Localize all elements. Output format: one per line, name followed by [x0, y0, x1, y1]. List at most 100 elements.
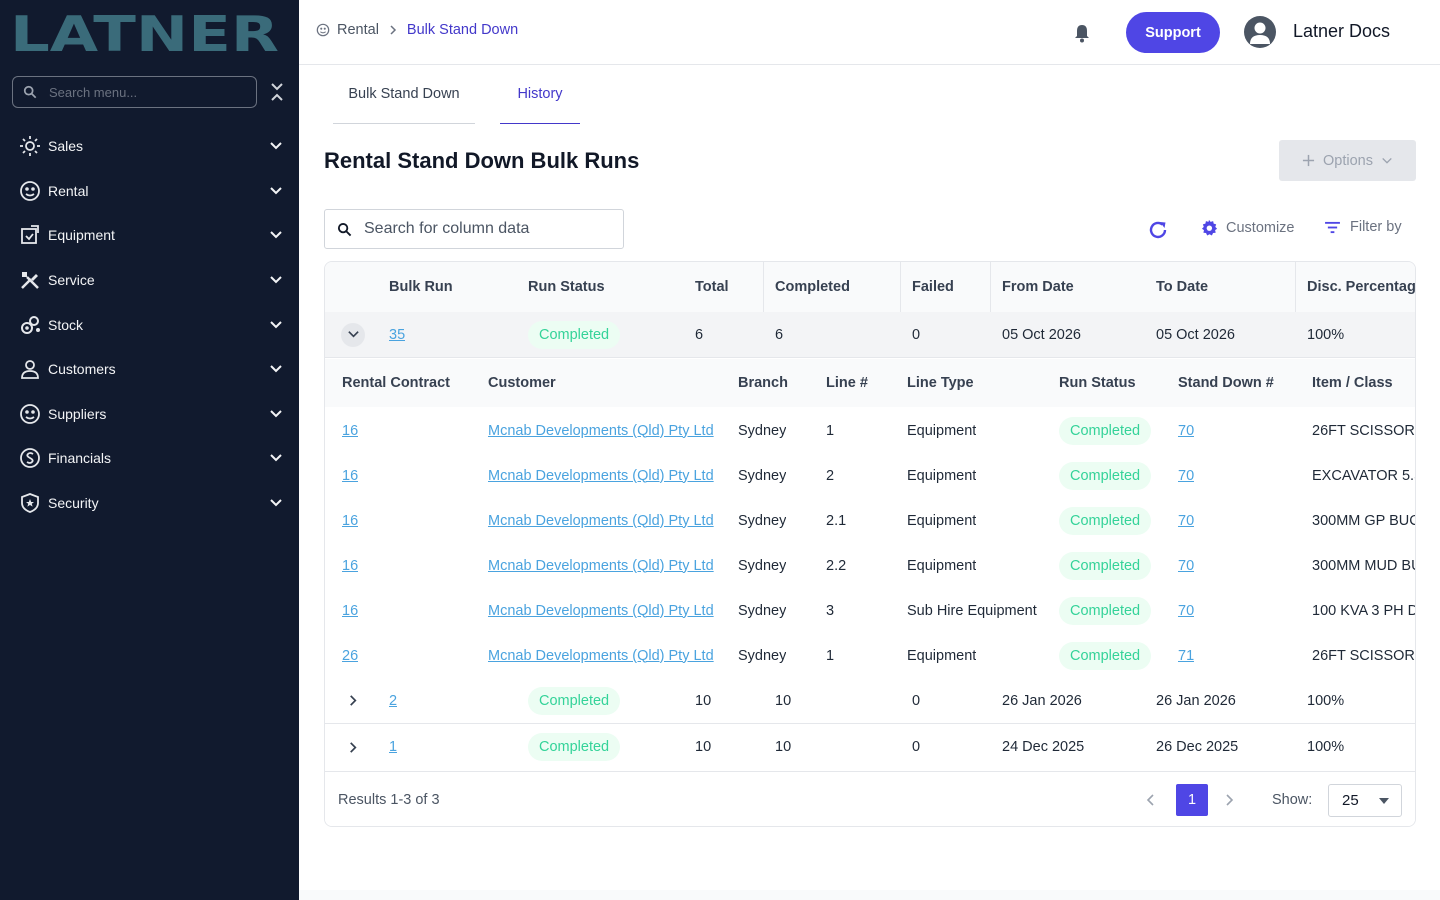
item-class-cell: 26FT SCISSOR LIFT [1312, 647, 1415, 664]
column-header[interactable]: Run Status [528, 262, 605, 312]
customer-link[interactable]: Mcnab Developments (Qld) Pty Ltd [488, 603, 714, 619]
page-button-current[interactable]: 1 [1176, 784, 1208, 816]
breadcrumb-current[interactable]: Bulk Stand Down [407, 22, 518, 38]
sidebar-item-service[interactable]: Service [0, 258, 299, 303]
sales-icon [20, 136, 40, 157]
page-size-label: Show: [1272, 792, 1313, 808]
collapse-row-button[interactable] [341, 322, 365, 347]
stand-down-link[interactable]: 71 [1178, 648, 1194, 664]
search-icon [23, 85, 37, 99]
page-size-select[interactable]: 25 [1328, 784, 1402, 817]
sub-table-row: 16 Mcnab Developments (Qld) Pty Ltd Sydn… [325, 498, 1415, 543]
sidebar-item-equipment[interactable]: Equipment [0, 213, 299, 258]
chevron-left-icon[interactable] [1143, 792, 1159, 808]
bulk-run-link[interactable]: 2 [389, 693, 397, 709]
sidebar-item-stock[interactable]: Stock [0, 302, 299, 347]
tab-bulk-stand-down[interactable]: Bulk Stand Down [333, 65, 475, 124]
chevron-down-icon [270, 365, 282, 373]
status-badge: Completed [1059, 416, 1152, 445]
stand-down-link[interactable]: 70 [1178, 558, 1194, 574]
bulk-run-link[interactable]: 1 [389, 739, 397, 755]
sidebar-item-label: Security [48, 495, 99, 512]
latner-logo[interactable]: LATNER [10, 6, 280, 63]
sub-column-header: Line Type [907, 375, 974, 391]
column-header[interactable]: Failed [912, 262, 954, 312]
chevron-right-icon[interactable] [1221, 792, 1237, 808]
item-class-cell: 100 KVA 3 PH DIESEL [1312, 602, 1415, 619]
total-cell: 10 [695, 739, 712, 755]
customer-link[interactable]: Mcnab Developments (Qld) Pty Ltd [488, 513, 714, 529]
chevron-down-icon [270, 499, 282, 507]
options-button[interactable]: Options [1279, 140, 1416, 181]
refresh-icon[interactable] [1147, 219, 1169, 241]
table-row: 2 Completed 10 10 0 26 Jan 2026 26 Jan 2… [325, 678, 1415, 724]
expand-row-button[interactable] [341, 735, 365, 759]
customer-link[interactable]: Mcnab Developments (Qld) Pty Ltd [488, 423, 714, 439]
rental-contract-link[interactable]: 16 [342, 603, 358, 619]
financials-icon [20, 448, 40, 469]
bulk-run-link[interactable]: 35 [389, 327, 405, 343]
column-header[interactable]: Total [695, 262, 729, 312]
expand-row-button[interactable] [341, 689, 365, 713]
column-header[interactable]: To Date [1156, 262, 1208, 312]
total-cell: 10 [695, 692, 712, 709]
sidebar-item-financials[interactable]: Financials [0, 436, 299, 481]
column-header[interactable]: Bulk Run [389, 262, 453, 312]
customer-link[interactable]: Mcnab Developments (Qld) Pty Ltd [488, 648, 714, 664]
page-bottom-strip [299, 890, 1440, 900]
filter-button[interactable]: Filter by [1324, 219, 1402, 235]
chevron-down-icon [270, 187, 282, 195]
table-search-input[interactable] [364, 220, 604, 238]
tab-history[interactable]: History [500, 65, 580, 124]
latner-logo-mark: LATNER [10, 6, 279, 63]
sidebar-item-rental[interactable]: Rental [0, 169, 299, 214]
branch-cell: Sydney [738, 647, 787, 664]
stand-down-link[interactable]: 70 [1178, 603, 1194, 619]
avatar[interactable] [1244, 16, 1276, 48]
security-icon [21, 493, 39, 514]
chevron-down-icon [270, 320, 282, 329]
sidebar-item-sales[interactable]: Sales [0, 124, 299, 169]
sidebar-item-label: Suppliers [48, 405, 107, 422]
sub-column-header: Line # [826, 375, 868, 391]
stand-down-link[interactable]: 70 [1178, 468, 1194, 484]
customer-link[interactable]: Mcnab Developments (Qld) Pty Ltd [488, 558, 714, 574]
sidebar-item-label: Rental [48, 182, 89, 199]
branch-cell: Sydney [738, 467, 787, 484]
column-header[interactable]: Completed [775, 262, 850, 312]
item-class-cell: 300MM MUD BUCKET [1312, 557, 1415, 574]
page-title: Rental Stand Down Bulk Runs [324, 148, 640, 173]
collapse-sidebar-button[interactable] [268, 82, 286, 102]
sidebar-item-security[interactable]: Security [0, 481, 299, 526]
customize-button[interactable]: Customize [1200, 219, 1295, 237]
bell-icon[interactable] [1071, 22, 1093, 44]
rental-contract-link[interactable]: 26 [342, 648, 358, 664]
sidebar-item-label: Customers [48, 361, 116, 378]
rental-contract-link[interactable]: 16 [342, 468, 358, 484]
status-badge: Completed [528, 320, 621, 349]
rental-contract-link[interactable]: 16 [342, 513, 358, 529]
sidebar: LATNER Sales Rental Equipment Service [0, 0, 299, 900]
customer-link[interactable]: Mcnab Developments (Qld) Pty Ltd [488, 468, 714, 484]
failed-cell: 0 [912, 326, 921, 343]
table-row: 1 Completed 10 10 0 24 Dec 2025 26 Dec 2… [325, 724, 1415, 770]
sidebar-item-suppliers[interactable]: Suppliers [0, 392, 299, 437]
item-class-cell: EXCAVATOR 5.5T [1312, 467, 1415, 484]
line-cell: 2.1 [826, 512, 847, 529]
stand-down-link[interactable]: 70 [1178, 423, 1194, 439]
breadcrumb-rental[interactable]: Rental [337, 22, 379, 38]
line-type-cell: Equipment [907, 512, 977, 529]
user-name[interactable]: Latner Docs [1293, 21, 1390, 42]
stand-down-link[interactable]: 70 [1178, 513, 1194, 529]
column-divider [1295, 262, 1296, 312]
completed-cell: 10 [775, 739, 792, 755]
from-date-cell: 24 Dec 2025 [1002, 739, 1085, 755]
rental-contract-link[interactable]: 16 [342, 423, 358, 439]
column-header[interactable]: From Date [1002, 262, 1074, 312]
column-header[interactable]: Disc. Percentage [1307, 262, 1415, 312]
support-button[interactable]: Support [1126, 12, 1220, 53]
status-badge: Completed [528, 686, 621, 715]
sidebar-item-customers[interactable]: Customers [0, 347, 299, 392]
rental-contract-link[interactable]: 16 [342, 558, 358, 574]
menu-search-input[interactable] [49, 84, 239, 100]
